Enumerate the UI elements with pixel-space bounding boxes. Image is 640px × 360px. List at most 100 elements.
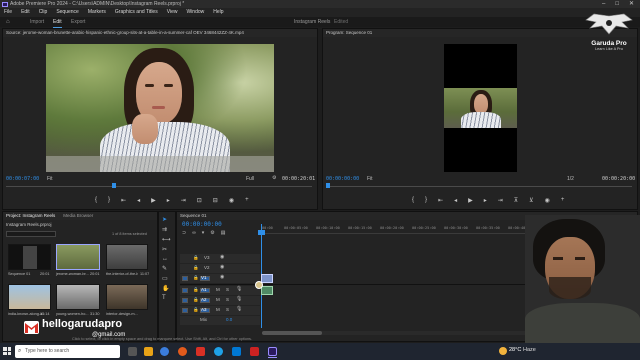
scrollbar-thumb[interactable] [262,331,322,335]
linked-selection-icon[interactable]: ∞ [192,230,196,236]
prog-mark-out-icon[interactable]: } [425,197,427,204]
prog-go-to-out-icon[interactable]: ⇥ [498,197,503,204]
prog-export-frame-icon[interactable]: ◉ [545,197,550,204]
source-playhead[interactable] [112,183,116,188]
source-video-frame[interactable] [46,44,274,172]
mark-out-icon[interactable]: } [108,197,110,204]
snap-icon[interactable]: ⊃ [182,230,186,236]
project-item-thumb[interactable] [8,244,51,270]
ripple-edit-tool-icon[interactable]: ⟷ [162,236,171,243]
extract-icon[interactable]: ⊻ [529,197,533,204]
menu-file[interactable]: File [4,8,12,17]
solo-button[interactable]: S [226,287,229,292]
timeline-timecode[interactable]: 00:00:00:00 [182,221,222,228]
timeline-settings-icon[interactable]: ⚙ [210,230,214,236]
playhead-handle[interactable] [258,230,265,235]
add-marker-icon[interactable]: ▾ [202,230,205,236]
menu-graphics[interactable]: Graphics and Titles [115,8,158,17]
mute-button[interactable]: M [216,307,220,312]
source-quality-select[interactable]: Full [246,176,254,182]
project-item-thumb[interactable] [106,284,148,310]
export-frame-icon[interactable]: ◉ [229,197,234,204]
app-icon-red[interactable] [196,347,205,356]
microphone-icon[interactable]: 🎙 [236,286,242,292]
slip-tool-icon[interactable]: ↔ [162,256,171,262]
program-playhead[interactable] [326,183,330,188]
wrench-icon[interactable]: ⚙ [272,175,277,181]
source-patch-v1[interactable] [182,276,188,281]
go-to-out-icon[interactable]: ⇥ [181,197,186,204]
source-fit-select[interactable]: Fit [47,176,53,182]
menu-markers[interactable]: Markers [88,8,106,17]
lift-icon[interactable]: ⊼ [514,197,518,204]
source-patch-a3[interactable] [182,308,188,313]
project-item-thumb[interactable] [56,244,100,270]
weather-temp[interactable]: 28°C [509,347,521,353]
type-tool-icon[interactable]: T [162,295,171,301]
menu-view[interactable]: View [167,8,178,17]
mute-button[interactable]: M [216,297,220,302]
task-view-icon[interactable] [128,347,137,356]
file-explorer-icon[interactable] [144,347,153,356]
chrome-icon[interactable] [160,347,169,356]
tab-export[interactable]: Export [71,17,85,27]
overwrite-icon[interactable]: ⊟ [213,197,218,204]
premiere-taskbar-icon[interactable] [268,347,277,356]
prog-play-icon[interactable]: ▶ [468,197,473,204]
prog-mark-in-icon[interactable]: { [412,197,414,204]
eye-icon[interactable]: ◉ [220,254,224,260]
rectangle-tool-icon[interactable]: ▭ [162,275,171,282]
prog-step-forward-icon[interactable]: ▸ [484,197,487,204]
firefox-icon[interactable] [178,347,187,356]
add-button-icon[interactable]: + [245,197,249,204]
razor-tool-icon[interactable]: ✂ [162,246,171,253]
project-item-thumb[interactable] [56,284,100,310]
source-scrub-bar[interactable] [6,186,312,187]
project-item-thumb[interactable] [8,284,51,310]
mix-value[interactable]: 0.0 [226,317,232,322]
tab-project[interactable]: Project: Instagram Reels [6,212,55,220]
menu-clip[interactable]: Clip [39,8,48,17]
taskbar-search-input[interactable]: Type here to search [15,345,120,358]
close-icon[interactable]: ✕ [629,0,634,8]
app-icon-media[interactable] [250,347,259,356]
mute-button[interactable]: M [216,287,220,292]
program-timecode[interactable]: 00:00:00:00 [326,176,359,182]
tab-media-browser[interactable]: Media Browser [63,212,93,220]
mark-in-icon[interactable]: { [95,197,97,204]
selection-tool-icon[interactable]: ➤ [162,216,171,223]
program-scrub-bar[interactable] [326,186,632,187]
step-back-icon[interactable]: ◂ [137,197,140,204]
menu-edit[interactable]: Edit [21,8,30,17]
play-icon[interactable]: ▶ [151,197,156,204]
solo-button[interactable]: S [226,307,229,312]
source-timecode[interactable]: 00:00:07:00 [6,176,39,182]
weather-desc[interactable]: Haze [523,347,536,353]
store-icon[interactable] [232,347,241,356]
tab-edit[interactable]: Edit [53,17,62,28]
program-fit-select[interactable]: Fit [367,176,373,182]
prog-go-to-in-icon[interactable]: ⇤ [438,197,443,204]
project-item-thumb[interactable] [106,244,148,270]
home-icon[interactable]: ⌂ [6,19,12,25]
hand-tool-icon[interactable]: ✋ [162,285,171,292]
pen-tool-icon[interactable]: ✎ [162,265,171,272]
windows-start-icon[interactable] [3,347,11,355]
menu-help[interactable]: Help [213,8,223,17]
solo-button[interactable]: S [226,297,229,302]
audio-clip-a1[interactable] [261,286,273,295]
menu-sequence[interactable]: Sequence [56,8,79,17]
microphone-icon[interactable]: 🎙 [236,306,242,312]
captions-icon[interactable]: ▤ [221,230,226,236]
source-patch-a2[interactable] [182,298,188,303]
source-patch-a1[interactable] [182,288,188,293]
prog-add-button-icon[interactable]: + [561,197,565,204]
project-search-input[interactable] [6,231,56,237]
step-forward-icon[interactable]: ▸ [167,197,170,204]
track-select-tool-icon[interactable]: ⇉ [162,226,171,233]
maximize-icon[interactable]: □ [615,0,619,8]
tab-import[interactable]: Import [30,17,44,27]
minimize-icon[interactable]: – [602,0,605,8]
insert-icon[interactable]: ⊡ [197,197,202,204]
menu-window[interactable]: Window [186,8,204,17]
